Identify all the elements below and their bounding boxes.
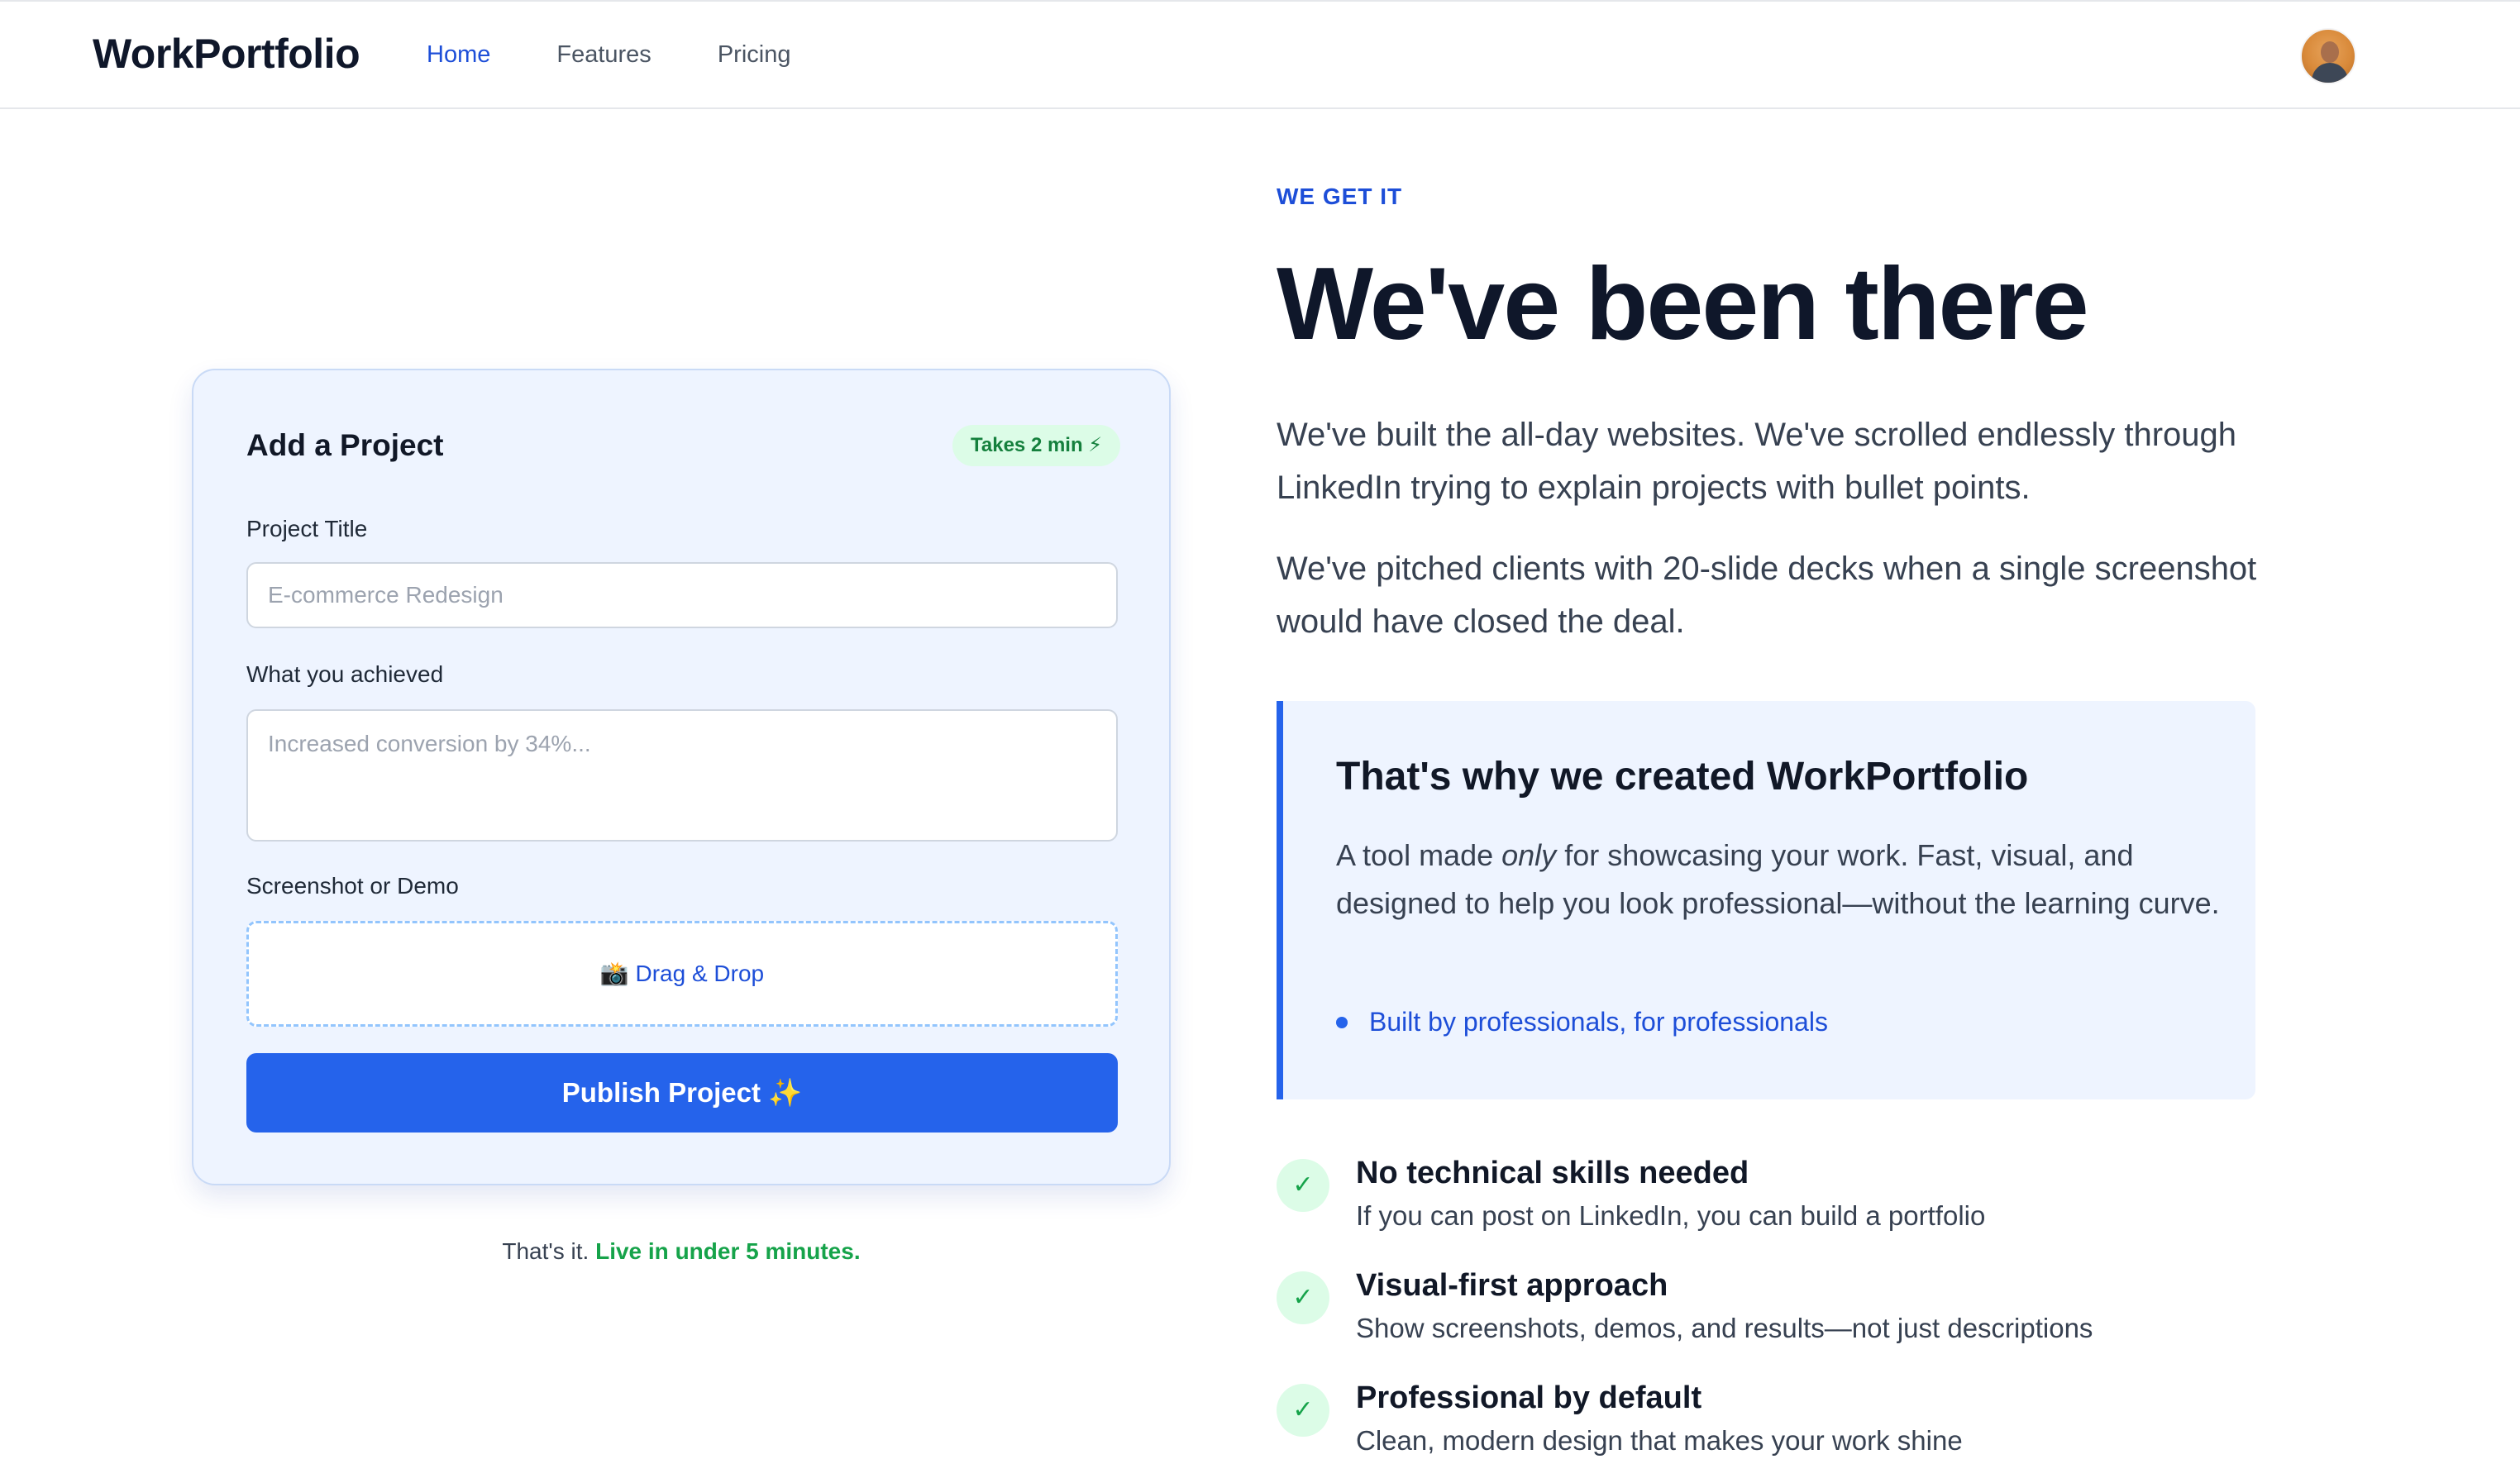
project-title-label: Project Title: [246, 516, 368, 541]
publish-note: That's it. Live in under 5 minutes.: [192, 1238, 1171, 1265]
hero-paragraph-1: We've built the all-day websites. We've …: [1277, 417, 2237, 506]
feature-description: Show screenshots, demos, and results—not…: [1356, 1313, 2093, 1343]
callout-bullet-text: Built by professionals, for professional…: [1369, 1007, 1828, 1037]
achieved-textarea[interactable]: Increased conversion by 34%...: [246, 709, 1118, 842]
check-icon: ✓: [1277, 1271, 1329, 1324]
eyebrow-label: WE GET IT: [1277, 184, 1403, 209]
nav-features[interactable]: Features: [556, 41, 651, 69]
hero-paragraph-2: We've pitched clients with 20-slide deck…: [1277, 551, 2257, 640]
project-title-input[interactable]: E-commerce Redesign: [246, 562, 1118, 628]
screenshot-label: Screenshot or Demo: [246, 873, 459, 899]
check-icon: ✓: [1277, 1159, 1329, 1212]
publish-project-button[interactable]: Publish Project ✨: [246, 1053, 1118, 1133]
callout-text-before: A tool made: [1336, 838, 1502, 872]
callout-text: A tool made only for showcasing your wor…: [1336, 832, 2229, 927]
user-avatar[interactable]: [2300, 28, 2356, 84]
avatar-body: [2312, 63, 2348, 83]
note-highlight: Live in under 5 minutes.: [595, 1238, 861, 1264]
add-project-card: Add a Project Takes 2 min ⚡ Project Titl…: [192, 369, 1171, 1185]
nav-home[interactable]: Home: [427, 41, 490, 69]
screenshot-dropzone[interactable]: 📸 Drag & Drop: [246, 921, 1118, 1027]
note-prefix: That's it.: [502, 1238, 589, 1264]
check-icon: ✓: [1277, 1384, 1329, 1437]
achieved-label: What you achieved: [246, 661, 444, 687]
hero-headline: We've been there: [1277, 247, 2089, 361]
brand-logo[interactable]: WorkPortfolio: [93, 30, 360, 78]
card-title: Add a Project: [246, 428, 444, 462]
feature-item: ✓ Professional by default Clean, modern …: [1277, 1380, 2351, 1483]
feature-title: Professional by default: [1356, 1380, 1702, 1415]
feature-item: ✓ Visual-first approach Show screenshots…: [1277, 1268, 2351, 1371]
nav-pricing[interactable]: Pricing: [718, 41, 791, 69]
feature-description: If you can post on LinkedIn, you can bui…: [1356, 1200, 1986, 1231]
feature-description: Clean, modern design that makes your wor…: [1356, 1425, 1963, 1456]
callout-bullet: Built by professionals, for professional…: [1336, 1007, 1828, 1037]
main-nav: Home Features Pricing: [427, 41, 790, 69]
feature-title: Visual-first approach: [1356, 1268, 1668, 1303]
callout-title: That's why we created WorkPortfolio: [1336, 755, 2029, 799]
why-callout: That's why we created WorkPortfolio A to…: [1277, 701, 2255, 1099]
callout-text-emphasis: only: [1501, 838, 1557, 872]
avatar-head: [2321, 41, 2339, 63]
bullet-dot-icon: [1336, 1016, 1348, 1028]
top-navbar: WorkPortfolio Home Features Pricing: [0, 0, 2520, 109]
feature-item: ✓ No technical skills needed If you can …: [1277, 1156, 2351, 1258]
time-badge: Takes 2 min ⚡: [952, 425, 1121, 466]
feature-title: No technical skills needed: [1356, 1156, 1749, 1190]
